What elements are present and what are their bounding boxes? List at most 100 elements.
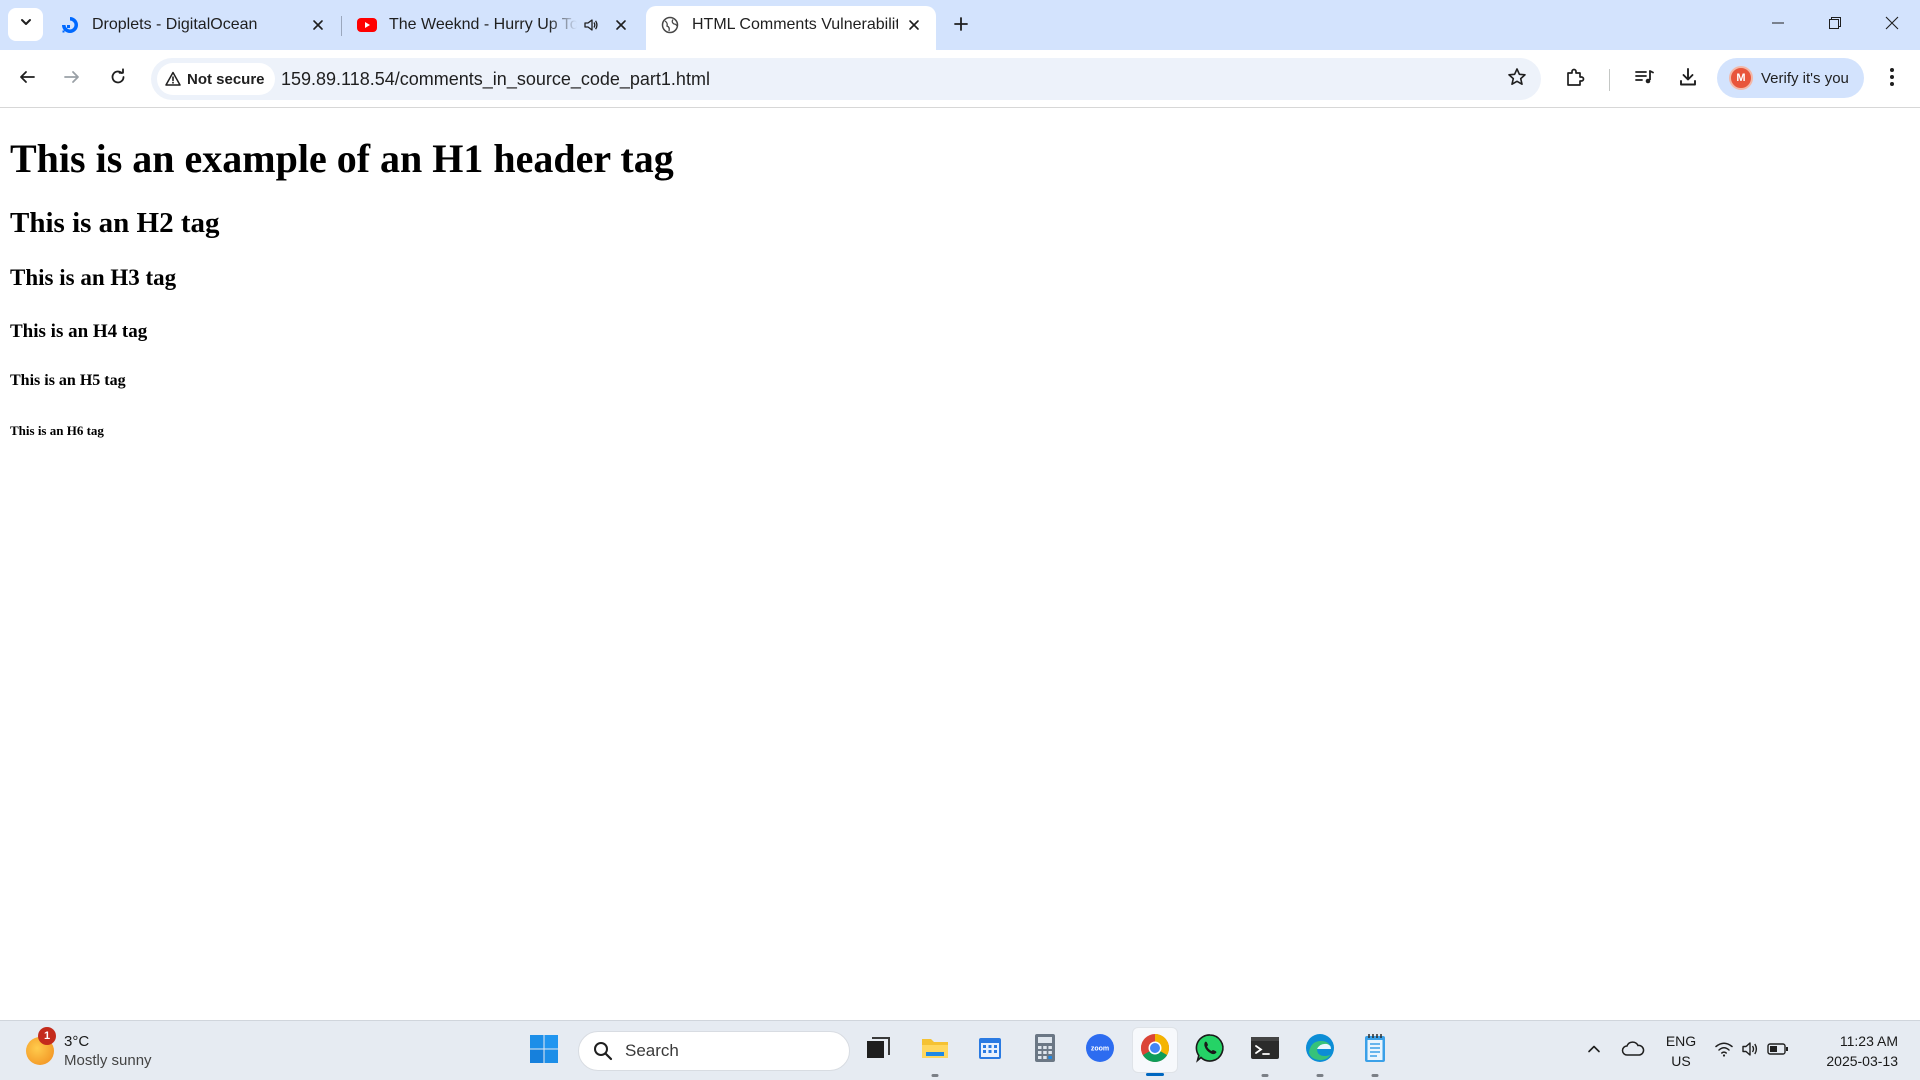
volume-icon bbox=[1741, 1041, 1759, 1062]
notification-badge: 1 bbox=[38, 1027, 56, 1045]
extensions-button[interactable] bbox=[1558, 61, 1594, 97]
notepad-button[interactable] bbox=[1352, 1027, 1398, 1077]
windows-logo-icon bbox=[529, 1034, 559, 1069]
input-language-indicator[interactable]: ENG US bbox=[1660, 1031, 1702, 1071]
running-indicator bbox=[931, 1074, 939, 1077]
minimize-button[interactable] bbox=[1749, 0, 1806, 50]
cloud-icon bbox=[1621, 1040, 1645, 1062]
globe-icon bbox=[660, 15, 680, 35]
minimize-icon bbox=[1771, 16, 1785, 35]
tab-digitalocean[interactable]: Droplets - DigitalOcean bbox=[46, 6, 340, 44]
weather-widget[interactable]: 1 3°C Mostly sunny bbox=[26, 1027, 152, 1073]
language-region: US bbox=[1671, 1053, 1691, 1069]
new-tab-button[interactable] bbox=[946, 11, 976, 41]
tab-strip: Droplets - DigitalOcean The Weeknd - Hur… bbox=[0, 0, 1920, 50]
notepad-icon bbox=[1363, 1033, 1387, 1068]
security-label: Not secure bbox=[187, 70, 265, 88]
back-button[interactable] bbox=[9, 61, 45, 97]
url-text[interactable]: 159.89.118.54/comments_in_source_code_pa… bbox=[281, 69, 710, 90]
running-indicator bbox=[1371, 1074, 1379, 1077]
warning-icon bbox=[165, 71, 181, 87]
wifi-icon bbox=[1715, 1041, 1733, 1062]
reload-button[interactable] bbox=[100, 61, 136, 97]
weather-temperature: 3°C bbox=[64, 1033, 90, 1050]
heading-h1: This is an example of an H1 header tag bbox=[10, 136, 674, 181]
restore-icon bbox=[1828, 16, 1842, 35]
edge-button[interactable] bbox=[1297, 1027, 1343, 1077]
clock-time: 11:23 AM bbox=[1839, 1033, 1898, 1049]
weather-sun-icon: 1 bbox=[26, 1027, 56, 1065]
show-hidden-icons-button[interactable] bbox=[1582, 1029, 1606, 1073]
star-icon bbox=[1507, 67, 1527, 92]
calculator-icon bbox=[1033, 1033, 1057, 1068]
chevron-up-icon bbox=[1587, 1042, 1601, 1061]
file-explorer-icon bbox=[920, 1034, 950, 1067]
language-code: ENG bbox=[1665, 1033, 1697, 1049]
close-icon[interactable] bbox=[611, 15, 631, 35]
toolbar-divider bbox=[1609, 69, 1610, 91]
forward-button[interactable] bbox=[54, 61, 90, 97]
close-icon[interactable] bbox=[904, 15, 924, 35]
running-indicator bbox=[1146, 1073, 1164, 1076]
restore-button[interactable] bbox=[1806, 0, 1863, 50]
puzzle-icon bbox=[1565, 66, 1587, 93]
web-page-content: This is an example of an H1 header tag T… bbox=[0, 109, 1920, 1020]
plus-icon bbox=[953, 16, 969, 37]
profile-label: Verify it's you bbox=[1761, 69, 1849, 87]
heading-h6: This is an H6 tag bbox=[10, 423, 104, 438]
close-window-button[interactable] bbox=[1863, 0, 1920, 50]
more-vertical-icon bbox=[1889, 67, 1895, 92]
media-queue-icon bbox=[1633, 66, 1655, 93]
downloads-button[interactable] bbox=[1670, 61, 1706, 97]
profile-button[interactable]: M Verify it's you bbox=[1717, 58, 1864, 98]
arrow-right-icon bbox=[63, 68, 81, 91]
battery-icon bbox=[1767, 1042, 1789, 1061]
zoom-icon: zoom bbox=[1085, 1033, 1115, 1068]
calendar-button[interactable] bbox=[967, 1027, 1013, 1073]
svg-text:zoom: zoom bbox=[1091, 1045, 1109, 1052]
search-placeholder: Search bbox=[625, 1041, 679, 1060]
tab-separator bbox=[341, 16, 342, 36]
heading-h2: This is an H2 tag bbox=[10, 207, 220, 239]
heading-h3: This is an H3 tag bbox=[10, 265, 177, 290]
tab-search-button[interactable] bbox=[8, 8, 43, 41]
running-indicator bbox=[1316, 1074, 1324, 1077]
digitalocean-icon bbox=[60, 15, 80, 35]
security-chip[interactable]: Not secure bbox=[157, 63, 275, 95]
tab-html-comments[interactable]: HTML Comments Vulnerability bbox=[646, 6, 936, 50]
avatar: M bbox=[1729, 66, 1753, 90]
tab-youtube[interactable]: The Weeknd - Hurry Up Tomorrow bbox=[343, 6, 643, 44]
heading-h5: This is an H5 tag bbox=[10, 372, 126, 389]
browser-menu-button[interactable] bbox=[1874, 61, 1910, 97]
speaker-icon[interactable] bbox=[581, 15, 601, 35]
whatsapp-button[interactable] bbox=[1187, 1027, 1233, 1073]
youtube-icon bbox=[357, 15, 377, 35]
onedrive-button[interactable] bbox=[1618, 1029, 1648, 1073]
running-indicator bbox=[1261, 1074, 1269, 1077]
task-view-button[interactable] bbox=[855, 1027, 901, 1073]
bookmark-button[interactable] bbox=[1503, 65, 1531, 93]
download-icon bbox=[1677, 66, 1699, 93]
zoom-button[interactable]: zoom bbox=[1077, 1027, 1123, 1073]
tab-title: The Weeknd - Hurry Up Tomorrow bbox=[389, 16, 577, 33]
taskbar-search[interactable]: Search bbox=[578, 1031, 850, 1071]
media-controls-button[interactable] bbox=[1626, 61, 1662, 97]
close-icon[interactable] bbox=[308, 15, 328, 35]
arrow-left-icon bbox=[18, 68, 36, 91]
close-icon bbox=[1885, 16, 1899, 35]
quick-settings-button[interactable] bbox=[1712, 1029, 1792, 1073]
calculator-button[interactable] bbox=[1022, 1027, 1068, 1073]
start-button[interactable] bbox=[524, 1031, 564, 1071]
chevron-down-icon bbox=[19, 15, 33, 34]
terminal-button[interactable] bbox=[1242, 1027, 1288, 1077]
file-explorer-button[interactable] bbox=[912, 1027, 958, 1077]
system-clock[interactable]: 11:23 AM 2025-03-13 bbox=[1812, 1031, 1898, 1071]
reload-icon bbox=[109, 67, 127, 91]
whatsapp-icon bbox=[1194, 1032, 1226, 1069]
tab-title: Droplets - DigitalOcean bbox=[92, 16, 258, 33]
windows-taskbar: 1 3°C Mostly sunny Search zoom ENG US 11… bbox=[0, 1020, 1920, 1080]
chrome-button[interactable] bbox=[1132, 1027, 1178, 1076]
address-bar[interactable]: Not secure 159.89.118.54/comments_in_sou… bbox=[151, 58, 1541, 100]
tab-title: HTML Comments Vulnerability bbox=[692, 16, 898, 33]
terminal-icon bbox=[1250, 1035, 1280, 1066]
